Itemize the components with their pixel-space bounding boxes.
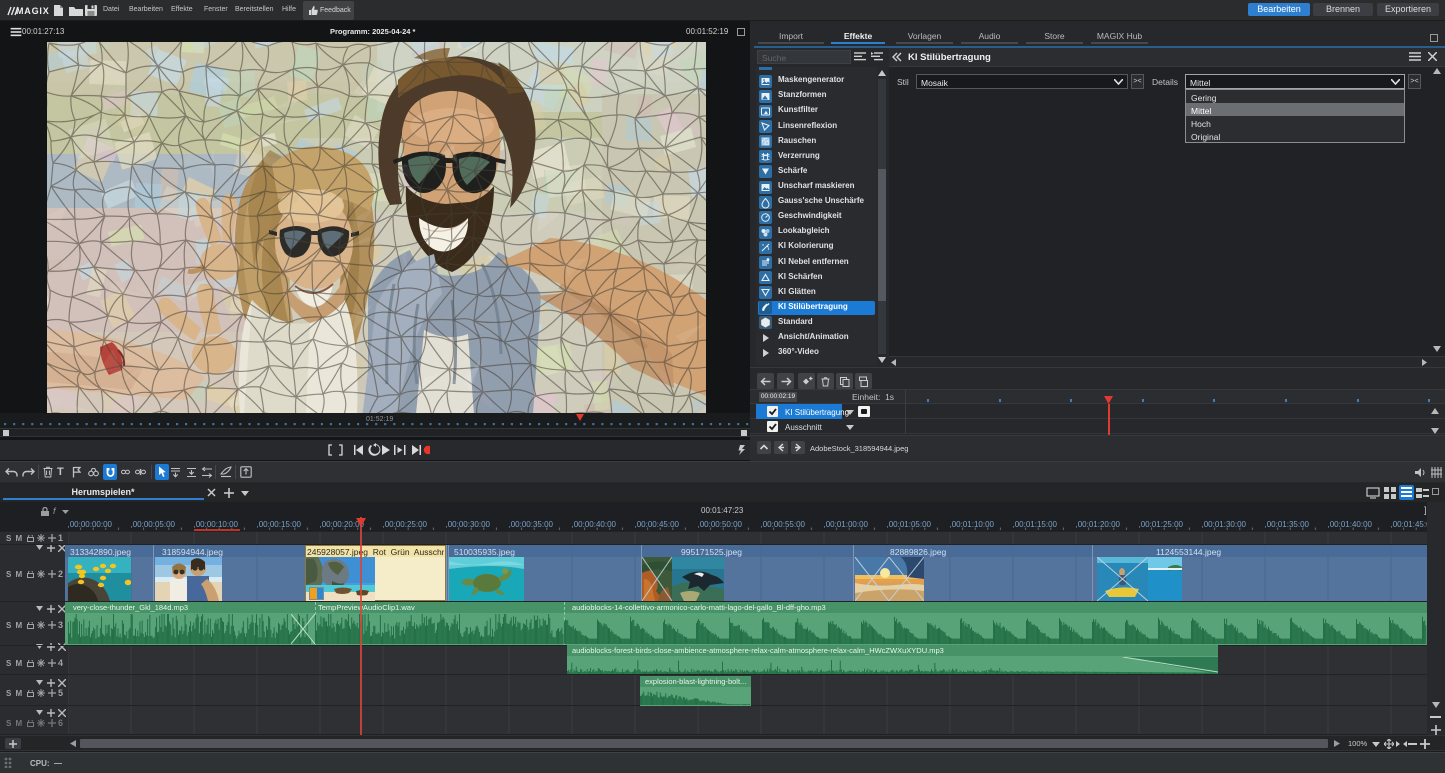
svg-text:01:52:19: 01:52:19	[366, 416, 393, 423]
